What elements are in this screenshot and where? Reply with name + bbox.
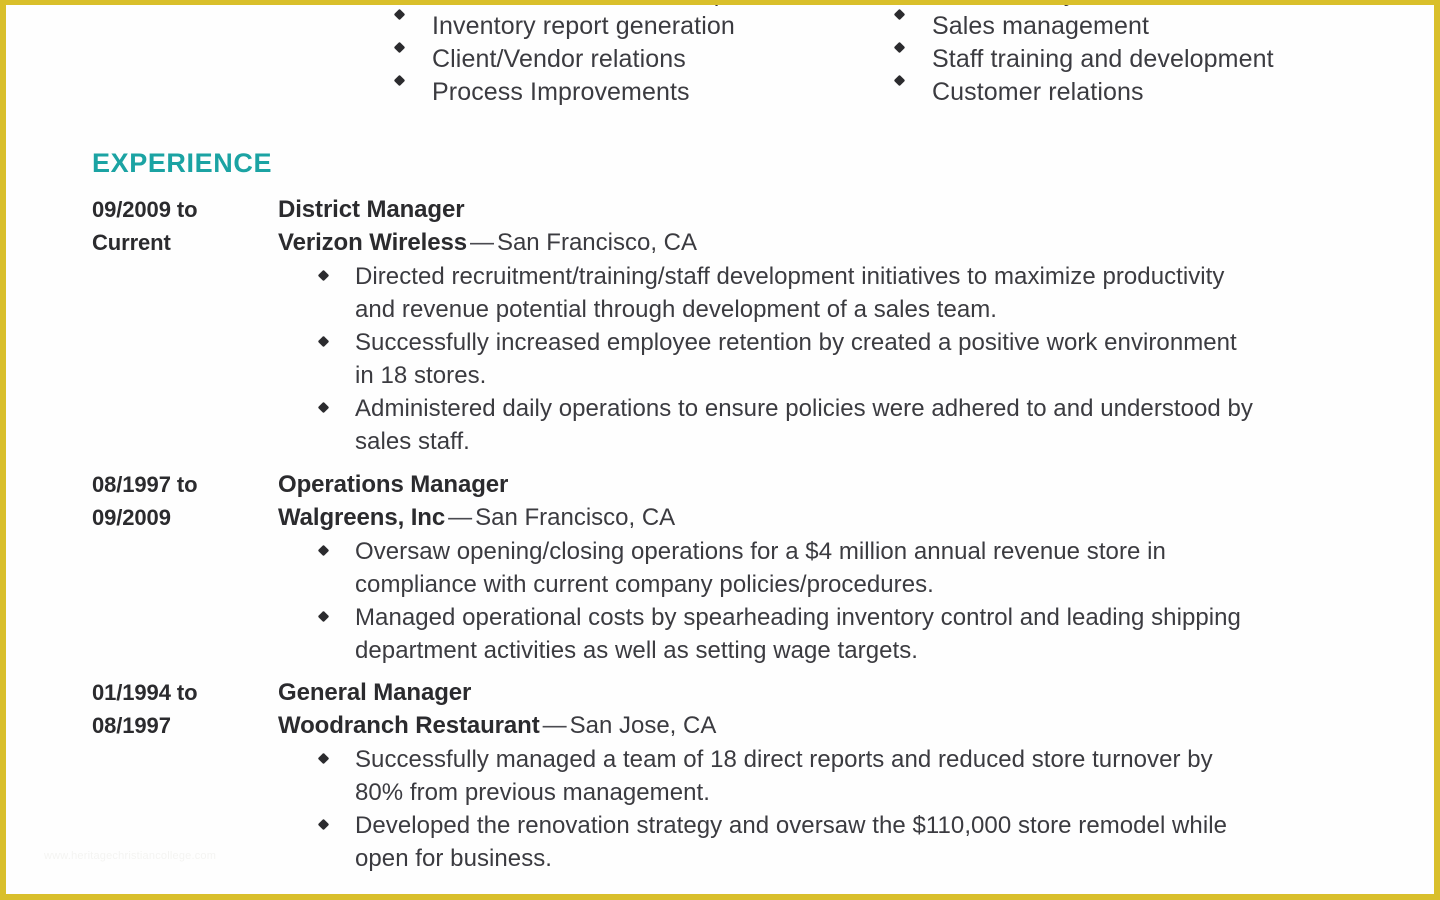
job-organization-line: Verizon Wireless — San Francisco, CA <box>278 226 1374 259</box>
job-bullet-text: Administered daily operations to ensure … <box>355 395 1253 455</box>
bullet-square-icon <box>893 8 932 21</box>
job-bullet-list: Successfully managed a team of 18 direct… <box>278 743 1374 875</box>
job-dates: 08/1997 to 09/2009 <box>92 472 198 530</box>
job-bullet-text: Successfully increased employee retentio… <box>355 329 1237 389</box>
job-location: San Francisco, CA <box>496 229 698 256</box>
job-bullet-text: Oversaw opening/closing operations for a… <box>355 538 1166 598</box>
skill-item: Client/Vendor relations <box>393 41 866 76</box>
job-organization-line: Walgreens, Inc — San Francisco, CA <box>278 501 1374 534</box>
job-dates: 09/2009 to Current <box>92 197 198 255</box>
bullet-square-icon <box>393 74 432 87</box>
skill-item: Market analysis <box>896 5 1366 10</box>
job-details: General Manager Woodranch Restaurant — San… <box>278 676 1434 875</box>
skill-label: Process Improvements <box>432 78 690 106</box>
job-organization-line: Woodranch Restaurant — San Jose, CA <box>278 709 1374 742</box>
skill-label: Executive team leadership <box>432 5 728 10</box>
job-organization: Walgreens, Inc <box>278 504 446 531</box>
skill-item: Staff training and development <box>893 41 1366 76</box>
skills-column-right: Market analysis Sales management Staff t… <box>893 5 1366 137</box>
separator-dash: — <box>542 712 567 739</box>
experience-list: 09/2009 to Current District Manager Veri… <box>6 193 1434 875</box>
job-details: Operations Manager Walgreens, Inc — San Fr… <box>278 468 1434 667</box>
bullet-square-icon <box>317 535 355 557</box>
skill-label: Market analysis <box>932 5 1107 10</box>
bullet-square-icon <box>317 743 355 765</box>
skill-item: Inventory report generation <box>393 8 866 43</box>
resume-page: Executive team leadership Inventory repo… <box>0 0 1440 900</box>
bullet-square-icon <box>317 326 355 348</box>
bullet-square-icon <box>893 74 932 87</box>
job-bullet: Developed the renovation strategy and ov… <box>317 809 1374 875</box>
separator-dash: — <box>469 229 494 256</box>
job-dates: 01/1994 to 08/1997 <box>92 680 198 738</box>
bullet-square-icon <box>893 41 932 54</box>
job-title: Operations Manager <box>278 471 509 498</box>
bullet-square-icon <box>317 809 355 831</box>
experience-entry: 09/2009 to Current District Manager Veri… <box>6 193 1434 458</box>
skill-label: Customer relations <box>932 78 1144 106</box>
job-bullet: Successfully increased employee retentio… <box>317 326 1374 392</box>
job-bullet: Oversaw opening/closing operations for a… <box>317 535 1374 601</box>
job-bullet-text: Successfully managed a team of 18 direct… <box>355 746 1213 806</box>
skill-label: Client/Vendor relations <box>432 45 686 73</box>
skill-label: Sales management <box>932 12 1150 40</box>
job-bullet-text: Managed operational costs by spearheadin… <box>355 604 1241 664</box>
job-organization: Woodranch Restaurant <box>278 712 540 739</box>
job-organization: Verizon Wireless <box>278 229 467 256</box>
separator-dash: — <box>448 504 473 531</box>
bullet-square-icon <box>317 601 355 623</box>
skill-label: Staff training and development <box>932 45 1274 73</box>
job-bullet: Directed recruitment/training/staff deve… <box>317 260 1374 326</box>
job-bullet-text: Directed recruitment/training/staff deve… <box>355 263 1225 323</box>
bullet-square-icon <box>317 260 355 282</box>
bullet-square-icon <box>393 8 432 21</box>
bullet-square-icon <box>393 41 432 54</box>
job-title: General Manager <box>278 679 472 706</box>
job-location: San Francisco, CA <box>475 504 676 531</box>
skills-column-left: Executive team leadership Inventory repo… <box>393 5 866 137</box>
job-bullet-text: Developed the renovation strategy and ov… <box>355 812 1227 872</box>
bullet-square-icon <box>317 392 355 414</box>
skill-item: Executive team leadership <box>396 5 866 10</box>
job-details: District Manager Verizon Wireless — San Fr… <box>278 193 1434 458</box>
skill-item: Customer relations <box>893 74 1366 109</box>
job-location: San Jose, CA <box>569 712 717 739</box>
site-watermark: www.heritagechristiancollege.com <box>44 850 217 862</box>
skill-item: Sales management <box>893 8 1366 43</box>
experience-entry: 08/1997 to 09/2009 Operations Manager Wa… <box>6 468 1434 667</box>
job-bullet: Successfully managed a team of 18 direct… <box>317 743 1374 809</box>
experience-section-heading: EXPERIENCE <box>92 148 273 178</box>
skills-section: Executive team leadership Inventory repo… <box>6 5 1434 137</box>
job-bullet-list: Directed recruitment/training/staff deve… <box>278 260 1374 458</box>
experience-entry: 01/1994 to 08/1997 General Manager Woodr… <box>6 676 1434 875</box>
job-bullet: Managed operational costs by spearheadin… <box>317 601 1374 667</box>
job-bullet-list: Oversaw opening/closing operations for a… <box>278 535 1374 667</box>
job-title: District Manager <box>278 196 465 223</box>
skill-item: Process Improvements <box>393 74 866 109</box>
skill-label: Inventory report generation <box>432 12 735 40</box>
job-bullet: Administered daily operations to ensure … <box>317 392 1374 458</box>
